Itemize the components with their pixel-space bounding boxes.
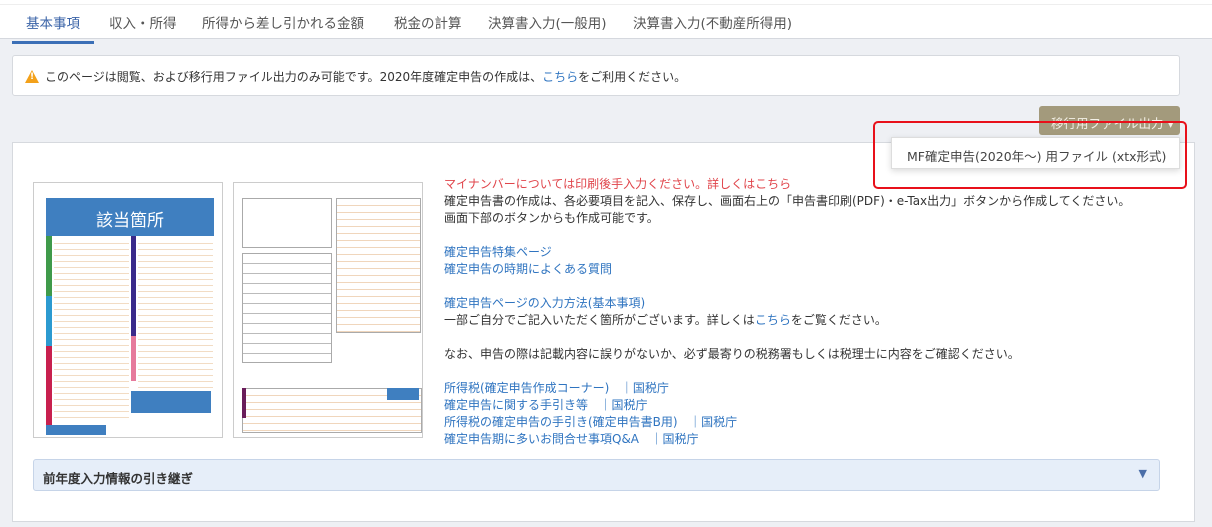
ref-source-link[interactable]: ｜国税庁 — [650, 432, 698, 446]
ref-source-link[interactable]: ｜国税庁 — [621, 381, 669, 395]
form-highlight-label: 該当箇所 — [46, 198, 214, 236]
ref-source-link[interactable]: ｜国税庁 — [689, 415, 737, 429]
mynumber-link[interactable]: こちら — [755, 177, 791, 191]
ref-link[interactable]: 確定申告に関する手引き等 — [444, 398, 588, 412]
top-strip — [0, 0, 1212, 5]
tab-basic[interactable]: 基本事項 — [12, 12, 94, 44]
notice-text: このページは閲覧、および移行用ファイル出力のみ可能です。2020年度確定申告の作… — [45, 70, 543, 84]
ref-source-link[interactable]: ｜国税庁 — [599, 398, 647, 412]
notice-suffix: をご利用ください。 — [578, 70, 687, 84]
instruction-line2: 画面下部のボタンからも作成可能です。 — [444, 211, 659, 225]
notice-banner: このページは閲覧、および移行用ファイル出力のみ可能です。2020年度確定申告の作… — [12, 55, 1180, 96]
tab-bar: 基本事項 収入・所得 所得から差し引かれる金額 税金の計算 決算書入力(一般用)… — [0, 0, 1212, 44]
howto-link[interactable]: 確定申告ページの入力方法(基本事項) — [444, 296, 645, 310]
instruction-line1: 確定申告書の作成は、各必要項目を記入、保存し、画面右上の「申告書印刷(PDF)・… — [444, 194, 1131, 208]
carryover-accordion[interactable]: 前年度入力情報の引き継ぎ ▼ — [33, 459, 1160, 491]
howto-detail-link[interactable]: こちら — [755, 313, 791, 327]
special-page-link[interactable]: 確定申告特集ページ — [444, 245, 552, 259]
howto-text: 一部ご自分でご記入いただく箇所がございます。詳しくは — [444, 313, 755, 327]
tab-statement-general[interactable]: 決算書入力(一般用) — [488, 12, 607, 42]
tab-statement-realestate[interactable]: 決算書入力(不動産所得用) — [633, 12, 792, 42]
mynumber-note: マイナンバーについては印刷後手入力ください。詳しくは — [444, 177, 756, 191]
accordion-label: 前年度入力情報の引き継ぎ — [43, 471, 194, 486]
form-image-page2 — [233, 182, 423, 438]
info-text: マイナンバーについては印刷後手入力ください。詳しくはこちら 確定申告書の作成は、… — [444, 176, 1130, 448]
ref-link[interactable]: 確定申告期に多いお問合せ事項Q&A — [444, 432, 639, 446]
ref-link[interactable]: 所得税(確定申告作成コーナー) — [444, 381, 609, 395]
caution-text: なお、申告の際は記載内容に誤りがないか、必ず最寄りの税務署もしくは税理士に内容を… — [444, 347, 1020, 361]
chevron-down-icon: ▼ — [1138, 467, 1147, 480]
warning-icon — [25, 70, 39, 83]
howto-suffix: をご覧ください。 — [790, 313, 887, 327]
tab-tax-calc[interactable]: 税金の計算 — [394, 12, 462, 42]
tab-deductions[interactable]: 所得から差し引かれる金額 — [202, 12, 364, 42]
form-image-page1: 該当箇所 — [33, 182, 223, 438]
faq-link[interactable]: 確定申告の時期によくある質問 — [444, 262, 612, 276]
tab-income[interactable]: 収入・所得 — [109, 12, 177, 42]
ref-link[interactable]: 所得税の確定申告の手引き(確定申告書B用) — [444, 415, 678, 429]
notice-link[interactable]: こちら — [542, 70, 578, 84]
